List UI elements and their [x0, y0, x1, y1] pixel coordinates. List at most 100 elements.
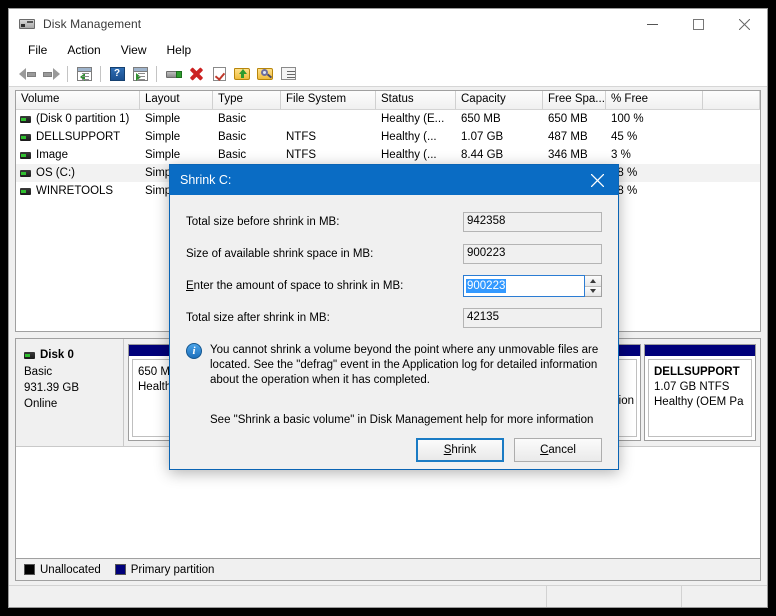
- info-icon: i: [186, 343, 202, 359]
- cancel-button-label: ancel: [548, 444, 576, 456]
- menu-view[interactable]: View: [112, 41, 156, 59]
- shrink-amount-input[interactable]: 900223: [463, 275, 585, 297]
- legend-swatch-unallocated: [24, 564, 35, 575]
- partition-body: DELLSUPPORT 1.07 GB NTFS Healthy (OEM Pa: [648, 359, 752, 437]
- available-shrink-space-value: 900223: [463, 244, 602, 264]
- search-icon[interactable]: [254, 63, 276, 85]
- shrink-amount-stepper[interactable]: 900223: [463, 275, 602, 297]
- menu-file[interactable]: File: [19, 41, 56, 59]
- menu-action[interactable]: Action: [58, 41, 109, 59]
- cancel-button[interactable]: Cancel: [514, 438, 602, 462]
- disk-icon: [19, 16, 35, 32]
- legend: Unallocated Primary partition: [15, 559, 761, 581]
- menu-help[interactable]: Help: [158, 41, 201, 59]
- close-icon[interactable]: [576, 165, 618, 195]
- table-row[interactable]: (Disk 0 partition 1) Simple Basic Health…: [16, 110, 760, 128]
- dialog-body: Total size before shrink in MB: 942358 S…: [170, 195, 618, 426]
- partition-body: 650 MB Healthy: [132, 359, 170, 437]
- column-header-free-space[interactable]: Free Spa...: [543, 91, 606, 109]
- partition-header-bar: [129, 345, 173, 356]
- cell-capacity: 650 MB: [461, 113, 501, 125]
- table-row[interactable]: DELLSUPPORT Simple Basic NTFS Healthy (.…: [16, 128, 760, 146]
- menu-bar: File Action View Help: [9, 39, 767, 61]
- disk-icon: [24, 351, 35, 359]
- cell-percent-free: 98 %: [611, 167, 638, 179]
- column-header-status[interactable]: Status: [376, 91, 456, 109]
- cell-type: Basic: [218, 131, 247, 143]
- cell-type: Basic: [218, 149, 247, 161]
- disk-type: Basic: [24, 366, 53, 378]
- toolbar-separator: [156, 65, 157, 82]
- toolbar-separator: [100, 65, 101, 82]
- up-one-level-icon[interactable]: [73, 63, 95, 85]
- partition-2[interactable]: DELLSUPPORT 1.07 GB NTFS Healthy (OEM Pa: [644, 344, 756, 441]
- total-size-before-value: 942358: [463, 212, 602, 232]
- shrink-amount-value: 900223: [466, 279, 507, 293]
- table-row[interactable]: Image Simple Basic NTFS Healthy (... 8.4…: [16, 146, 760, 164]
- partition-size: 1.07 GB NTFS: [654, 381, 730, 393]
- maximize-icon[interactable]: [675, 9, 721, 39]
- volume-icon: [20, 169, 31, 177]
- shrink-dialog: Shrink C: Total size before shrink in MB…: [169, 164, 619, 470]
- shrink-button-accel: S: [443, 444, 452, 456]
- volume-icon: [20, 151, 31, 159]
- column-header-percent-free[interactable]: % Free: [606, 91, 703, 109]
- cell-layout: Simple: [145, 149, 181, 161]
- field-total-size-before: Total size before shrink in MB: 942358: [186, 209, 602, 235]
- export-list-icon[interactable]: [231, 63, 253, 85]
- dialog-footer: Shrink Cancel: [170, 426, 618, 474]
- legend-item-unallocated: Unallocated: [24, 564, 101, 576]
- cell-status: Healthy (...: [381, 131, 437, 143]
- info-text: You cannot shrink a volume beyond the po…: [210, 344, 599, 386]
- stepper-buttons: [585, 275, 602, 297]
- cell-percent-free: 45 %: [611, 131, 638, 143]
- cell-capacity: 8.44 GB: [461, 149, 504, 161]
- chevron-down-icon: [590, 289, 596, 294]
- disk-name: Disk 0: [40, 349, 74, 361]
- back-icon[interactable]: [17, 63, 39, 85]
- cell-type: Basic: [218, 113, 247, 125]
- cell-volume: Image: [16, 149, 140, 161]
- cell-volume: WINRETOOLS: [16, 185, 140, 197]
- legend-item-primary-partition: Primary partition: [114, 563, 215, 576]
- cell-volume-label: OS (C:): [36, 167, 75, 179]
- column-header-file-system[interactable]: File System: [281, 91, 376, 109]
- column-header-type[interactable]: Type: [213, 91, 281, 109]
- cell-free-space: 650 MB: [548, 113, 588, 125]
- legend-label-primary-partition: Primary partition: [130, 563, 215, 576]
- cell-file-system: NTFS: [286, 131, 317, 143]
- column-header-capacity[interactable]: Capacity: [456, 91, 543, 109]
- partition-0[interactable]: 650 MB Healthy: [128, 344, 174, 441]
- cell-volume-label: Image: [36, 149, 68, 161]
- column-header-layout[interactable]: Layout: [140, 91, 213, 109]
- column-header-blank[interactable]: [703, 91, 760, 109]
- cell-percent-free: 58 %: [611, 185, 638, 197]
- disk-label[interactable]: Disk 0 Basic 931.39 GB Online: [16, 339, 124, 446]
- partition-size: 650 MB: [138, 366, 170, 378]
- status-pane-2: [547, 586, 682, 607]
- legend-label-unallocated: Unallocated: [40, 563, 101, 576]
- close-icon[interactable]: [721, 9, 767, 39]
- chevron-up-icon: [590, 278, 596, 283]
- column-header-volume[interactable]: Volume: [16, 91, 140, 109]
- status-pane-3: [682, 586, 767, 607]
- delete-icon[interactable]: [185, 63, 207, 85]
- forward-icon[interactable]: [40, 63, 62, 85]
- stepper-up-button[interactable]: [585, 276, 601, 287]
- shrink-button-label: hrink: [451, 444, 477, 456]
- shrink-button[interactable]: Shrink: [416, 438, 504, 462]
- properties-icon[interactable]: [162, 63, 184, 85]
- field-shrink-amount: Enter the amount of space to shrink in M…: [186, 273, 602, 299]
- dialog-title-bar: Shrink C:: [170, 165, 618, 195]
- window-controls: [629, 9, 767, 39]
- status-pane-1: [9, 586, 547, 607]
- minimize-icon[interactable]: [629, 9, 675, 39]
- help-icon[interactable]: ?: [106, 63, 128, 85]
- show-hide-console-tree-icon[interactable]: [129, 63, 151, 85]
- toolbar: ?: [9, 61, 767, 87]
- cell-volume: (Disk 0 partition 1): [16, 113, 140, 125]
- stepper-down-button[interactable]: [585, 286, 601, 296]
- detail-view-icon[interactable]: [277, 63, 299, 85]
- rescan-disks-icon[interactable]: [208, 63, 230, 85]
- partition-status: Healthy: [138, 381, 169, 393]
